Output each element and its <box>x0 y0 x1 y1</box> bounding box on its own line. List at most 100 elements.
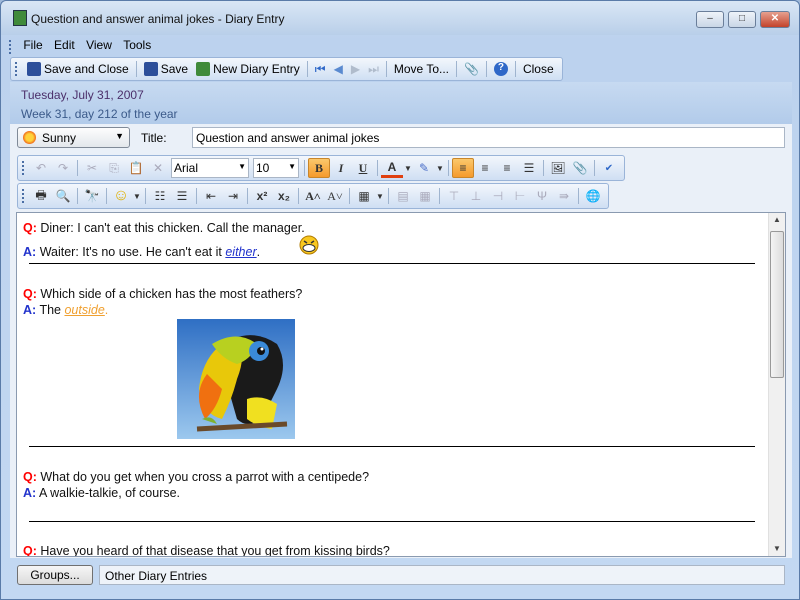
find-icon[interactable]: 🔭 <box>81 186 103 206</box>
other-diary-entries-field[interactable]: Other Diary Entries <box>99 565 785 585</box>
merge-cell-icon[interactable]: ⇛ <box>553 186 575 206</box>
chevron-down-icon[interactable]: ▼ <box>403 158 413 178</box>
separator <box>77 188 78 204</box>
close-label: Close <box>522 62 554 76</box>
insert-column-right-icon[interactable]: ⊢ <box>509 186 531 206</box>
help-button[interactable]: ? <box>490 62 512 76</box>
menu-tools[interactable]: Tools <box>123 38 151 52</box>
separator <box>106 188 107 204</box>
attach-button[interactable]: 📎 <box>460 62 483 76</box>
joke-1-answer: A: Waiter: It's no use. He can't eat it … <box>23 245 260 259</box>
undo-icon[interactable]: ↶ <box>30 158 52 178</box>
cell-properties-icon[interactable]: ▦ <box>414 186 436 206</box>
insert-row-below-icon[interactable]: ⊥ <box>465 186 487 206</box>
font-color-icon[interactable]: A <box>381 158 403 178</box>
last-icon: ⏭ <box>368 61 379 76</box>
italic-button[interactable]: I <box>330 158 352 178</box>
minimize-button[interactable]: – <box>696 11 724 28</box>
insert-column-left-icon[interactable]: ⊣ <box>487 186 509 206</box>
outside-link[interactable]: outside <box>64 303 104 317</box>
vertical-scrollbar[interactable]: ▲ ▼ <box>768 213 785 556</box>
subscript-button[interactable]: x₂ <box>273 186 295 206</box>
grip-handle[interactable] <box>15 62 18 76</box>
chevron-down-icon[interactable]: ▼ <box>132 186 142 206</box>
bullet-list-icon[interactable]: ☷ <box>149 186 171 206</box>
font-family-select[interactable]: Arial ▼ <box>171 158 249 178</box>
smiley-icon[interactable]: ☺ <box>110 186 132 206</box>
paperclip-icon[interactable]: 📎 <box>569 158 591 178</box>
save-and-close-button[interactable]: Save and Close <box>23 62 133 76</box>
insert-row-above-icon[interactable]: ⊤ <box>443 186 465 206</box>
chevron-down-icon[interactable]: ▼ <box>375 186 385 206</box>
divider <box>29 263 755 264</box>
hyperlink-globe-icon[interactable]: 🌐 <box>582 186 604 206</box>
answer-end: . <box>256 245 261 259</box>
close-button[interactable]: Close <box>519 62 558 76</box>
either-link[interactable]: either <box>225 245 256 259</box>
answer-text: Waiter: It's no use. He can't eat it <box>39 245 222 259</box>
outdent-icon[interactable]: ⇤ <box>200 186 222 206</box>
numbered-list-icon[interactable]: ☰ <box>171 186 193 206</box>
separator <box>594 160 595 176</box>
last-entry-button[interactable]: ⏭ <box>364 62 383 77</box>
menu-file[interactable]: File <box>23 38 42 52</box>
highlight-icon[interactable]: ✎ <box>413 158 435 178</box>
insert-image-icon[interactable]: 🖼 <box>547 158 569 178</box>
separator <box>196 188 197 204</box>
chevron-down-icon[interactable]: ▼ <box>435 158 445 178</box>
superscript-button[interactable]: x² <box>251 186 273 206</box>
align-left-icon[interactable]: ≡ <box>452 158 474 178</box>
new-diary-entry-button[interactable]: New Diary Entry <box>192 62 304 76</box>
save-button[interactable]: Save <box>140 62 192 76</box>
save-label: Save <box>160 62 189 76</box>
underline-button[interactable]: U <box>352 158 374 178</box>
menu-edit[interactable]: Edit <box>54 38 75 52</box>
question-text: Which side of a chicken has the most fea… <box>40 287 303 301</box>
diary-text-editor[interactable]: Q: Diner: I can't eat this chicken. Call… <box>16 212 786 557</box>
align-right-icon[interactable]: ≡ <box>496 158 518 178</box>
weather-dropdown[interactable]: Sunny ▼ <box>17 127 130 148</box>
scroll-down-icon[interactable]: ▼ <box>773 544 781 553</box>
redo-icon[interactable]: ↷ <box>52 158 74 178</box>
chevron-down-icon: ▼ <box>115 131 124 141</box>
align-center-icon[interactable]: ≡ <box>474 158 496 178</box>
move-to-button[interactable]: Move To... <box>390 62 453 76</box>
help-icon: ? <box>493 62 508 76</box>
paste-icon[interactable]: 📋 <box>125 158 147 178</box>
print-preview-icon[interactable]: 🔍 <box>52 186 74 206</box>
copy-icon[interactable]: ⎘ <box>103 158 125 178</box>
scroll-up-icon[interactable]: ▲ <box>773 215 781 224</box>
bold-button[interactable]: B <box>308 158 330 178</box>
maximize-button[interactable]: □ <box>728 11 756 28</box>
separator <box>306 61 308 77</box>
previous-entry-button[interactable]: ◀ <box>330 62 347 76</box>
shrink-font-button[interactable]: A˅ <box>324 186 346 206</box>
next-entry-button[interactable]: ▶ <box>347 62 364 76</box>
groups-button[interactable]: Groups... <box>17 565 93 585</box>
font-size-select[interactable]: 10 ▼ <box>253 158 299 178</box>
close-window-button[interactable]: ✕ <box>760 11 790 28</box>
question-label: Q: <box>23 544 37 557</box>
grip-handle[interactable] <box>9 40 12 55</box>
table-properties-icon[interactable]: ▤ <box>392 186 414 206</box>
split-cell-icon[interactable]: Ψ <box>531 186 553 206</box>
title-input[interactable]: Question and answer animal jokes <box>192 127 785 148</box>
insert-table-icon[interactable]: ▦ <box>353 186 375 206</box>
menu-view[interactable]: View <box>86 38 112 52</box>
main-toolbar: Save and Close Save New Diary Entry ⏮ ◀ … <box>10 57 563 81</box>
indent-icon[interactable]: ⇥ <box>222 186 244 206</box>
divider <box>29 446 755 447</box>
separator <box>485 61 487 77</box>
delete-icon[interactable]: ✕ <box>147 158 169 178</box>
question-text: Diner: I can't eat this chicken. Call th… <box>40 221 305 235</box>
justify-icon[interactable]: ☰ <box>518 158 540 178</box>
grip-handle[interactable] <box>22 161 25 175</box>
next-icon: ▶ <box>350 62 361 76</box>
spellcheck-icon[interactable]: ✔ <box>598 158 620 178</box>
grow-font-button[interactable]: A˄ <box>302 186 324 206</box>
print-icon[interactable]: 🖶 <box>30 186 52 206</box>
grip-handle[interactable] <box>22 189 25 203</box>
cut-icon[interactable]: ✂ <box>81 158 103 178</box>
scrollbar-thumb[interactable] <box>770 231 784 378</box>
first-entry-button[interactable]: ⏮ <box>311 62 330 77</box>
